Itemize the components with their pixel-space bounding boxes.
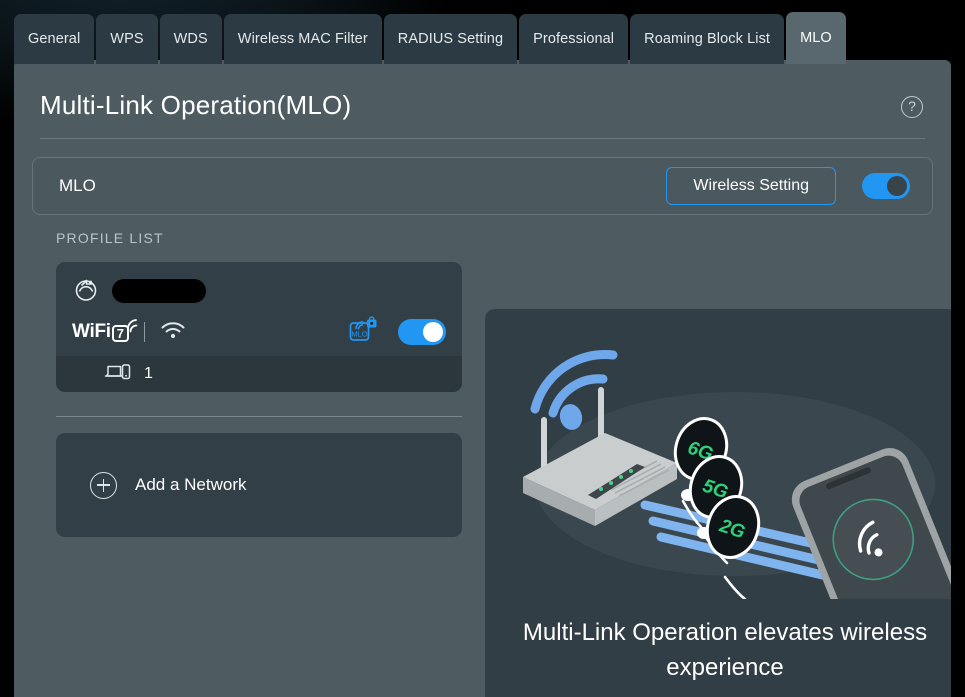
- profile-badge-line: WiFi 7 MLO: [72, 315, 446, 346]
- divider: [143, 322, 145, 342]
- mlo-row-label: MLO: [59, 176, 96, 195]
- wifi7-logo: WiFi 7: [72, 319, 138, 343]
- profile-card[interactable]: WiFi 7 MLO 1: [56, 262, 462, 392]
- client-count: 1: [144, 365, 153, 382]
- profile-enable-toggle[interactable]: [398, 319, 446, 345]
- content-panel: Multi-Link Operation(MLO) ? MLO Wireless…: [14, 60, 951, 697]
- tab-label: MLO: [800, 30, 832, 46]
- tab-wds[interactable]: WDS: [159, 14, 222, 64]
- promo-panel: 6G 5G 2G Multi-Link Operation elevates w…: [485, 309, 951, 697]
- add-network-label: Add a Network: [135, 475, 247, 494]
- ssid-line: [72, 276, 446, 306]
- tab-label: General: [28, 31, 81, 47]
- tab-label: Professional: [533, 31, 615, 47]
- tab-radius-setting[interactable]: RADIUS Setting: [383, 14, 518, 64]
- app-root: General WPS WDS Wireless MAC Filter RADI…: [0, 0, 965, 697]
- profile-list-heading: PROFILE LIST: [56, 230, 164, 246]
- plus-circle-icon: [90, 471, 117, 499]
- devices-icon: [104, 362, 132, 387]
- mlo-master-row: MLO Wireless Setting: [32, 157, 933, 215]
- svg-text:MLO: MLO: [351, 329, 367, 338]
- mlo-master-toggle[interactable]: [862, 173, 910, 199]
- tab-label: WDS: [173, 31, 208, 47]
- broadcast-icon: [72, 275, 100, 308]
- tab-wireless-mac-filter[interactable]: Wireless MAC Filter: [223, 14, 382, 64]
- mlo-lock-icon: MLO: [348, 315, 378, 350]
- page-header: Multi-Link Operation(MLO) ?: [40, 60, 925, 139]
- tab-label: RADIUS Setting: [397, 31, 504, 47]
- question-mark-icon[interactable]: ?: [901, 96, 923, 118]
- list-divider: [56, 416, 462, 417]
- tab-label: Wireless MAC Filter: [237, 31, 368, 47]
- wifi-signal-icon: [160, 320, 186, 345]
- tab-label: WPS: [110, 31, 144, 47]
- tab-general[interactable]: General: [14, 14, 95, 64]
- wireless-setting-button[interactable]: Wireless Setting: [666, 167, 836, 205]
- tab-mlo[interactable]: MLO: [786, 12, 846, 64]
- toggle-knob: [423, 322, 443, 342]
- tab-roaming-block-list[interactable]: Roaming Block List: [630, 14, 785, 64]
- tab-wps[interactable]: WPS: [96, 14, 158, 64]
- profile-card-top: WiFi 7 MLO: [56, 262, 462, 356]
- tab-professional[interactable]: Professional: [519, 14, 629, 64]
- add-network-card[interactable]: Add a Network: [56, 433, 462, 537]
- wifi7-text: WiFi: [72, 321, 111, 342]
- promo-title: Multi-Link Operation elevates wireless e…: [522, 619, 928, 681]
- tab-bar: General WPS WDS Wireless MAC Filter RADI…: [14, 12, 846, 64]
- tab-label: Roaming Block List: [644, 31, 771, 47]
- router-phone-multilink-illustration: 6G 5G 2G: [485, 309, 951, 683]
- toggle-knob: [887, 176, 907, 196]
- ssid-value-redacted: [112, 279, 206, 303]
- page-title: Multi-Link Operation(MLO): [40, 90, 352, 120]
- profile-card-clients: 1: [56, 356, 462, 392]
- profile-column: PROFILE LIST WiFi 7 MLO 1 Add a Network: [14, 216, 470, 697]
